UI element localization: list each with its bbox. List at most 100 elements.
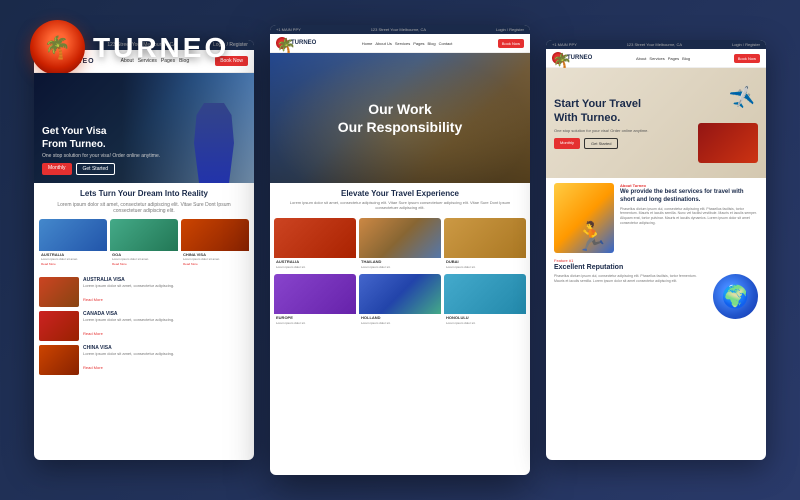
right-about-image: 🏃	[554, 183, 614, 253]
visa-info-china2: CHINA VISA Lorem ipsum dolor sit amet, c…	[83, 345, 174, 375]
left-monthly-btn[interactable]: Monthly	[42, 163, 72, 175]
center-elevate-section: Elevate Your Travel Experience Lorem ips…	[270, 183, 530, 214]
center-dest-label-honolulu: HONOLULU	[444, 314, 526, 321]
visa-item-canada: CANADA VISA Lorem ipsum dolor sit amet, …	[39, 311, 249, 341]
center-destinations-grid: AUSTRALIA Lorem ipsum dolor sit. THAILAN…	[270, 214, 530, 331]
dest-link-sydney[interactable]: Read More	[39, 262, 107, 268]
center-elevate-title: Elevate Your Travel Experience	[280, 189, 520, 198]
visa-item-china2: CHINA VISA Lorem ipsum dolor sit amet, c…	[39, 345, 249, 375]
center-dest-label-thailand: THAILAND	[359, 258, 441, 265]
center-dest-holland: HOLLAND Lorem ipsum dolor sit.	[359, 274, 441, 327]
right-hero-buttons: Monthly Get Started	[554, 138, 678, 149]
center-dest-australia: AUSTRALIA Lorem ipsum dolor sit.	[274, 218, 356, 271]
left-started-btn[interactable]: Get Started	[76, 163, 116, 175]
center-logo-text: TURNEO	[291, 40, 316, 46]
center-hero: Our Work Our Responsibility	[270, 53, 530, 183]
visa-img-australia	[39, 277, 79, 307]
center-dest-img-australia	[274, 218, 356, 258]
right-about-content: About Turneo We provide the best service…	[620, 183, 758, 253]
dest-link-china[interactable]: Read More	[181, 262, 249, 268]
center-topbar-address: 123 Street Your Melbourne, CA	[371, 27, 426, 32]
center-dest-img-thailand	[359, 218, 441, 258]
globe-emoji: 🌍	[722, 284, 749, 310]
right-book-btn[interactable]: Book Now	[734, 54, 760, 63]
center-logo: 🌴 TURNEO	[276, 37, 316, 49]
dest-img-china	[181, 219, 249, 251]
center-dest-desc-europe: Lorem ipsum dolor sit.	[274, 321, 356, 327]
right-nav-pages[interactable]: Pages	[668, 56, 679, 61]
dest-item-china: CHINA VISA Lorem ipsum dolor sit amet. R…	[181, 219, 249, 268]
center-dest-img-dubai	[444, 218, 526, 258]
right-topbar-phone: +1 MAIN PPY	[552, 42, 577, 47]
left-visa-section: AUSTRALIA VISA Lorem ipsum dolor sit ame…	[34, 273, 254, 383]
right-topbar-address: 123 Street Your Melbourne, CA	[627, 42, 682, 47]
left-hero-title: Get Your VisaFrom Turneo.	[42, 125, 160, 151]
right-monthly-btn[interactable]: Monthly	[554, 138, 580, 149]
right-about-section: 🏃 About Turneo We provide the best servi…	[546, 178, 766, 258]
right-about-title: We provide the best services for travel …	[620, 189, 758, 205]
left-panel: +1 MAIN PPY 123 Street Your Melbourne, C…	[34, 40, 254, 460]
center-dest-desc-thailand: Lorem ipsum dolor sit.	[359, 265, 441, 271]
right-topbar-login: Login / Register	[732, 42, 760, 47]
center-topbar: +1 MAIN PPY 123 Street Your Melbourne, C…	[270, 25, 530, 34]
dest-img-goa	[110, 219, 178, 251]
center-topbar-phone: +1 MAIN PPY	[276, 27, 301, 32]
center-dest-dubai: DUBAI Lorem ipsum dolor sit.	[444, 218, 526, 271]
center-nav-about[interactable]: About Us	[375, 41, 391, 46]
center-nav-links: Home About Us Services Pages Blog Contac…	[362, 41, 453, 46]
right-nav-blog[interactable]: Blog	[682, 56, 690, 61]
left-section-title: Lets Turn Your Dream Into Reality	[34, 183, 254, 202]
dest-link-goa[interactable]: Read More	[110, 262, 178, 268]
center-hero-title-line1: Our Work	[368, 101, 432, 117]
dest-img-sydney	[39, 219, 107, 251]
right-globe-icon: 🌍	[713, 274, 758, 319]
right-hero-title-line2: With Turneo.	[554, 112, 620, 124]
visa-link-china2[interactable]: Read More	[83, 365, 103, 370]
center-dest-honolulu: HONOLULU Lorem ipsum dolor sit.	[444, 274, 526, 327]
right-navbar: 🌴 TURNEO About Services Pages Blog Book …	[546, 49, 766, 68]
visa-item-australia: AUSTRALIA VISA Lorem ipsum dolor sit ame…	[39, 277, 249, 307]
visa-link-australia[interactable]: Read More	[83, 297, 103, 302]
center-nav-blog[interactable]: Blog	[428, 41, 436, 46]
center-dest-desc-australia: Lorem ipsum dolor sit.	[274, 265, 356, 271]
right-about-tag: About Turneo	[620, 183, 758, 188]
right-nav-services[interactable]: Services	[649, 56, 664, 61]
right-hero: Start Your Travel With Turneo. One stop …	[546, 68, 766, 178]
center-nav-home[interactable]: Home	[362, 41, 373, 46]
center-hero-title: Our Work Our Responsibility	[338, 100, 462, 136]
center-book-btn[interactable]: Book Now	[498, 39, 524, 48]
right-topbar: +1 MAIN PPY 123 Street Your Melbourne, C…	[546, 40, 766, 49]
right-hero-image: ✈️	[678, 78, 758, 168]
passport-decoration	[698, 123, 758, 163]
right-logo: 🌴 TURNEO	[552, 52, 592, 64]
plane-icon: ✈️	[728, 85, 756, 112]
brand-name: TURNEO	[93, 32, 229, 64]
dest-item-goa: GOA Lorem ipsum dolor sit amet. Read Mor…	[110, 219, 178, 268]
center-dest-label-dubai: DUBAI	[444, 258, 526, 265]
center-nav-services[interactable]: Services	[395, 41, 410, 46]
center-nav-contact[interactable]: Contact	[439, 41, 453, 46]
right-about-text: Phasellus dictum ipsum dui, consectetur …	[620, 207, 758, 227]
left-hero: Get Your VisaFrom Turneo. One stop solut…	[34, 73, 254, 183]
center-dest-desc-honolulu: Lorem ipsum dolor sit.	[444, 321, 526, 327]
main-container: 🌴 TURNEO +1 MAIN PPY 123 Street Your Mel…	[0, 0, 800, 500]
right-started-btn[interactable]: Get Started	[584, 138, 618, 149]
left-hero-buttons: Monthly Get Started	[42, 163, 160, 175]
center-dest-label-holland: HOLLAND	[359, 314, 441, 321]
center-navbar: 🌴 TURNEO Home About Us Services Pages Bl…	[270, 34, 530, 53]
visa-link-canada[interactable]: Read More	[83, 331, 103, 336]
center-dest-desc-holland: Lorem ipsum dolor sit.	[359, 321, 441, 327]
left-section-sub: Lorem ipsum dolor sit amet, consectetur …	[34, 202, 254, 214]
brand-logo-large: 🌴	[30, 20, 85, 75]
left-destinations-grid: AUSTRALIA Lorem ipsum dolor sit amet. Re…	[34, 214, 254, 273]
visa-desc-australia: Lorem ipsum dolor sit amet, consectetur …	[83, 283, 174, 288]
center-logo-icon: 🌴	[276, 37, 288, 49]
visa-info-australia: AUSTRALIA VISA Lorem ipsum dolor sit ame…	[83, 277, 174, 307]
right-hero-title: Start Your Travel With Turneo.	[554, 97, 678, 126]
dest-item-sydney: AUSTRALIA Lorem ipsum dolor sit amet. Re…	[39, 219, 107, 268]
right-nav-about[interactable]: About	[636, 56, 646, 61]
center-nav-pages[interactable]: Pages	[413, 41, 424, 46]
center-topbar-login: Login / Register	[496, 27, 524, 32]
visa-desc-canada: Lorem ipsum dolor sit amet, consectetur …	[83, 317, 174, 322]
right-rep-text: Phasellus dictum ipsum dui, consectetur …	[554, 274, 708, 319]
